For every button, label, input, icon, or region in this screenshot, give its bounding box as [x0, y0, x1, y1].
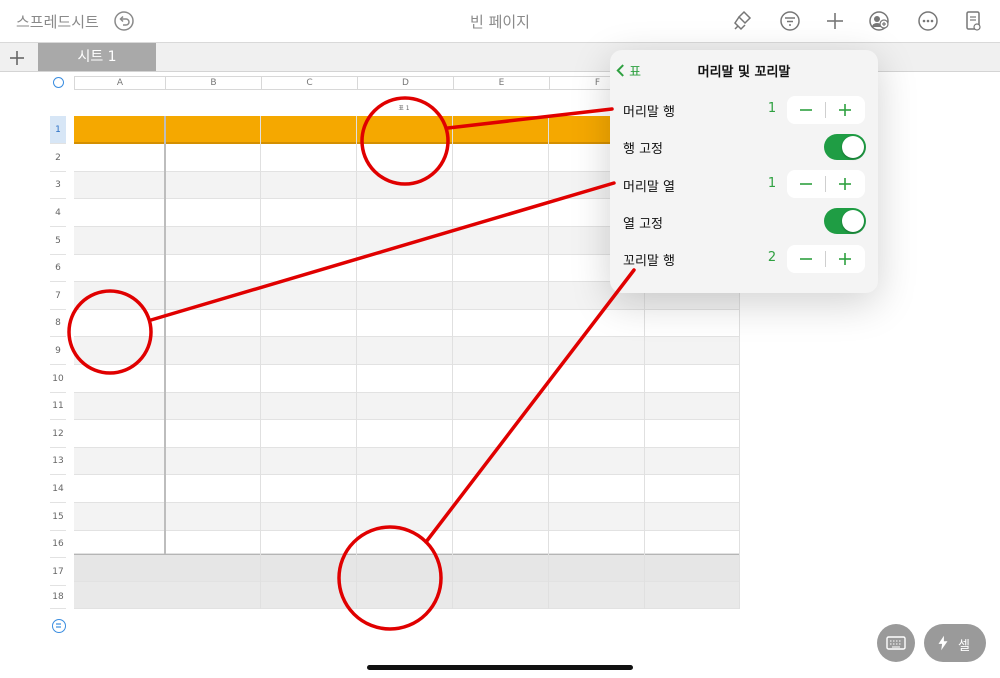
table-row[interactable]	[74, 475, 740, 503]
lightning-icon	[938, 635, 948, 651]
row-header[interactable]: 4	[50, 199, 66, 227]
header-columns-label: 머리말 열	[623, 180, 675, 195]
column-divider	[356, 116, 357, 609]
footer-rows-value: 2	[767, 250, 777, 265]
row-header[interactable]: 17	[50, 558, 66, 586]
column-divider	[260, 116, 261, 609]
decrement-button[interactable]	[787, 245, 825, 273]
spreadsheets-back-button[interactable]: 스프레드시트	[16, 11, 99, 32]
footer-row[interactable]	[74, 582, 740, 609]
freeze-rows-label: 행 고정	[623, 142, 664, 157]
row-header[interactable]: 11	[50, 393, 66, 420]
increment-button[interactable]	[826, 170, 864, 198]
row-header[interactable]: 18	[50, 586, 66, 609]
top-toolbar	[0, 0, 1000, 43]
cell-button-label: 셀	[958, 639, 970, 654]
toggle-knob	[842, 136, 864, 158]
table-row[interactable]	[74, 420, 740, 448]
minus-icon	[800, 258, 812, 260]
decrement-button[interactable]	[787, 96, 825, 124]
row-header[interactable]: 9	[50, 337, 66, 365]
tab-sheet-1[interactable]: 시트 1	[38, 43, 156, 71]
header-rows-value: 1	[767, 101, 777, 116]
column-header-e[interactable]: E	[454, 77, 550, 89]
document-view-icon[interactable]	[960, 8, 986, 34]
row-header[interactable]: 6	[50, 255, 66, 282]
plus-icon[interactable]	[822, 8, 848, 34]
row-header-bar: 1 2 3 4 5 6 7 8 9 10 11 12 13 14 15 16 1…	[50, 97, 66, 609]
row-header[interactable]: 1	[50, 116, 66, 144]
more-icon[interactable]	[915, 8, 941, 34]
cell-action-button[interactable]	[924, 624, 986, 662]
add-sheet-icon[interactable]	[6, 47, 28, 69]
freeze-columns-label: 열 고정	[623, 217, 664, 232]
row-header[interactable]: 14	[50, 475, 66, 503]
footer-rows-stepper	[787, 245, 865, 273]
minus-icon	[800, 183, 812, 185]
table-row[interactable]	[74, 393, 740, 420]
keyboard-icon	[886, 636, 906, 650]
filter-icon[interactable]	[777, 8, 803, 34]
column-header-a[interactable]: A	[75, 77, 166, 89]
keyboard-button[interactable]	[877, 624, 915, 662]
header-rows-stepper	[787, 96, 865, 124]
column-divider	[452, 116, 453, 609]
paintbrush-icon[interactable]	[730, 8, 756, 34]
select-table-handle[interactable]	[53, 77, 64, 88]
column-header-d[interactable]: D	[358, 77, 454, 89]
column-header-c[interactable]: C	[262, 77, 358, 89]
minus-icon	[800, 109, 812, 111]
popover-title: 머리말 및 꼬리말	[697, 65, 791, 80]
popover-back-button[interactable]: 표	[616, 61, 641, 80]
header-columns-value: 1	[767, 176, 777, 191]
column-header-b[interactable]: B	[166, 77, 262, 89]
table-row[interactable]	[74, 365, 740, 393]
row-header[interactable]: 10	[50, 365, 66, 393]
row-header[interactable]: 15	[50, 503, 66, 531]
table-name[interactable]: 표 1	[389, 103, 419, 112]
row-header[interactable]: 12	[50, 420, 66, 448]
popover-back-label: 표	[629, 65, 642, 80]
row-header[interactable]: 3	[50, 172, 66, 199]
row-header[interactable]: 8	[50, 310, 66, 337]
chevron-left-icon	[616, 64, 624, 77]
undo-icon[interactable]	[112, 9, 136, 33]
footer-row[interactable]	[74, 554, 740, 582]
row-header[interactable]: 16	[50, 531, 66, 558]
home-indicator	[367, 665, 633, 670]
decrement-button[interactable]	[787, 170, 825, 198]
footer-rows-label: 꼬리말 행	[623, 254, 675, 269]
row-header[interactable]: 7	[50, 282, 66, 310]
plus-icon	[839, 253, 851, 265]
row-header[interactable]: 13	[50, 448, 66, 475]
header-column-divider	[164, 116, 166, 554]
add-row-handle[interactable]	[52, 619, 66, 633]
table-row[interactable]	[74, 448, 740, 475]
table-row[interactable]	[74, 310, 740, 337]
column-divider	[548, 116, 549, 609]
table-row[interactable]	[74, 503, 740, 531]
plus-icon	[839, 178, 851, 190]
increment-button[interactable]	[826, 245, 864, 273]
collaborate-icon[interactable]	[866, 8, 892, 34]
header-columns-stepper	[787, 170, 865, 198]
table-row[interactable]	[74, 337, 740, 365]
row-header[interactable]: 2	[50, 144, 66, 172]
plus-icon	[839, 104, 851, 116]
header-rows-label: 머리말 행	[623, 105, 675, 120]
increment-button[interactable]	[826, 96, 864, 124]
row-header[interactable]: 5	[50, 227, 66, 255]
toggle-knob	[842, 210, 864, 232]
freeze-rows-toggle[interactable]	[824, 134, 866, 160]
freeze-columns-toggle[interactable]	[824, 208, 866, 234]
equals-icon	[56, 623, 61, 628]
table-row[interactable]	[74, 531, 740, 554]
